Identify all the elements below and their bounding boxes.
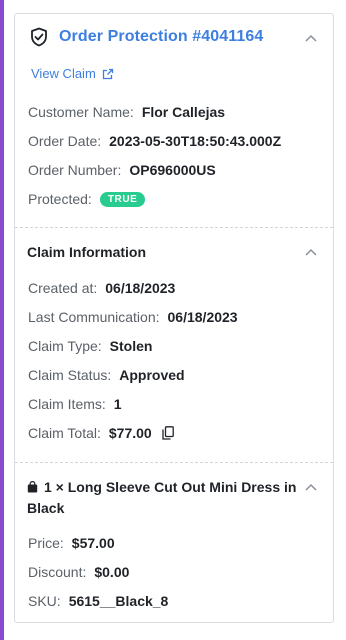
field-value: $77.00 [108, 425, 152, 441]
field-value: OP696000US [129, 162, 216, 178]
chevron-up-icon[interactable] [305, 483, 317, 491]
field-value: $57.00 [71, 535, 115, 551]
order-title: Order Protection #4041164 [59, 28, 264, 45]
view-claim-link[interactable]: View Claim [31, 66, 114, 81]
field-label: Last Communication: [28, 309, 160, 325]
field-label: Price: [28, 535, 64, 551]
field-label: SKU: [28, 593, 61, 609]
item-section: 1 × Long Sleeve Cut Out Mini Dress in Bl… [15, 463, 333, 623]
claim-items-row: Claim Items: 1 [28, 396, 122, 412]
field-label: Discount: [28, 564, 87, 580]
created-at-row: Created at: 06/18/2023 [28, 280, 175, 296]
field-label: Order Number: [28, 162, 122, 178]
item-title[interactable]: 1 × Long Sleeve Cut Out Mini Dress in Bl… [27, 477, 297, 519]
field-label: Claim Status: [28, 367, 112, 383]
field-label: Claim Type: [28, 338, 102, 354]
order-section: Order Protection #4041164 View Claim Cus… [15, 14, 333, 228]
field-label: Order Date: [28, 133, 102, 149]
chevron-up-icon[interactable] [305, 248, 317, 256]
order-date-row: Order Date: 2023-05-30T18:50:43.000Z [28, 133, 281, 149]
claim-section-title[interactable]: Claim Information [27, 244, 146, 260]
field-label: Created at: [28, 280, 98, 296]
view-claim-label: View Claim [31, 66, 96, 81]
field-value: Stolen [109, 338, 153, 354]
shield-icon [29, 27, 49, 47]
item-title-text: 1 × Long Sleeve Cut Out Mini Dress in Bl… [27, 479, 297, 516]
field-label: Customer Name: [28, 104, 134, 120]
chevron-up-icon[interactable] [305, 34, 317, 42]
order-number-row: Order Number: OP696000US [28, 162, 216, 178]
customer-name-row: Customer Name: Flor Callejas [28, 104, 225, 120]
order-header[interactable]: Order Protection #4041164 [29, 27, 263, 47]
field-label: Claim Items: [28, 396, 106, 412]
claim-type-row: Claim Type: Stolen [28, 338, 152, 354]
claim-status-row: Claim Status: Approved [28, 367, 185, 383]
status-badge: TRUE [99, 191, 146, 207]
last-communication-row: Last Communication: 06/18/2023 [28, 309, 238, 325]
field-label: Protected: [28, 191, 92, 207]
field-value: 1 [113, 396, 122, 412]
field-value: 06/18/2023 [167, 309, 238, 325]
copy-icon[interactable] [162, 426, 174, 440]
accent-bar [0, 0, 4, 640]
field-value: Flor Callejas [141, 104, 226, 120]
protected-row: Protected: TRUE [28, 191, 146, 207]
field-value: 2023-05-30T18:50:43.000Z [109, 133, 282, 149]
claim-total-row: Claim Total: $77.00 [28, 425, 174, 441]
order-protection-panel: Order Protection #4041164 View Claim Cus… [14, 13, 334, 623]
field-value: Approved [119, 367, 185, 383]
field-value: $0.00 [94, 564, 130, 580]
shopping-bag-icon [27, 478, 38, 493]
claim-section: Claim Information Created at: 06/18/2023… [15, 228, 333, 463]
discount-row: Discount: $0.00 [28, 564, 129, 580]
price-row: Price: $57.00 [28, 535, 115, 551]
field-label: Claim Total: [28, 425, 101, 441]
sku-row: SKU: 5615__Black_8 [28, 593, 168, 609]
field-value: 5615__Black_8 [68, 593, 169, 609]
field-value: 06/18/2023 [105, 280, 176, 296]
external-link-icon [102, 68, 114, 80]
